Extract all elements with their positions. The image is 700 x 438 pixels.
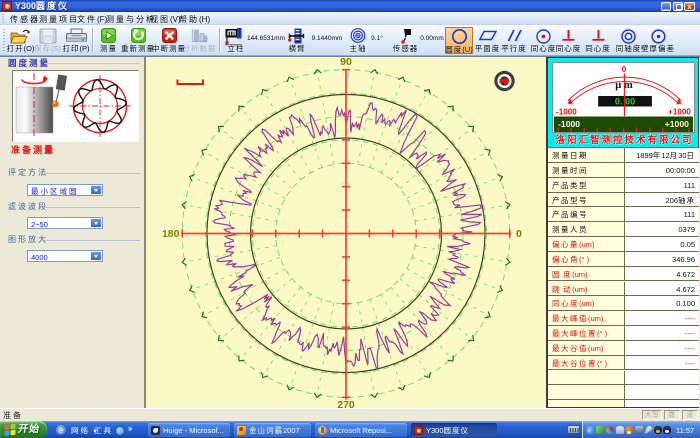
svg-text:90: 90: [340, 57, 352, 68]
svg-text:-1000: -1000: [558, 119, 580, 129]
svg-text:+1000: +1000: [665, 119, 689, 129]
svg-text:180: 180: [162, 228, 180, 240]
svg-text:0: 0: [516, 228, 522, 240]
svg-text:0: 0: [622, 65, 627, 74]
svg-text:+1000: +1000: [668, 108, 691, 117]
svg-text:-1000: -1000: [556, 108, 577, 117]
